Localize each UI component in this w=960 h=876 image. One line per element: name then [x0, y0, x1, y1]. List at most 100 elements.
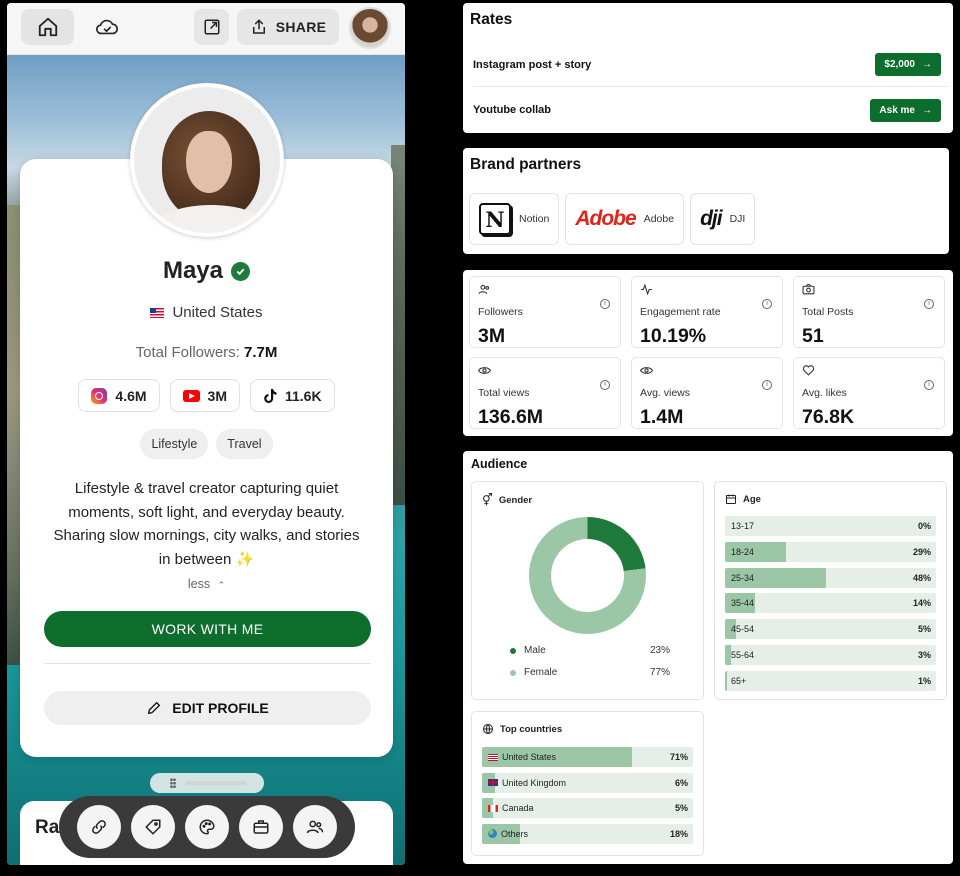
theme-button[interactable]	[185, 805, 229, 849]
country-bar-row: Canada 5%	[482, 798, 693, 819]
grip-icon	[170, 778, 176, 788]
instagram-pill[interactable]: 4.6M	[78, 379, 160, 412]
tag-icon	[145, 819, 161, 835]
profile-card: Maya United States Total Followers: 7.7M…	[20, 159, 393, 757]
country-bar-row: Others 18%	[482, 823, 693, 844]
camera-icon	[802, 284, 815, 295]
globe-icon	[483, 724, 493, 735]
cloud-check-icon	[96, 19, 118, 35]
stat-avg-likes: i Avg. likes 76.8K	[793, 357, 945, 429]
legend-dot	[510, 647, 516, 654]
notion-logo-icon: N	[479, 203, 511, 235]
edit-profile-label: EDIT PROFILE	[172, 700, 269, 716]
cloud-sync-button[interactable]	[87, 9, 127, 45]
palette-icon	[199, 819, 215, 835]
stat-avg-views: i Avg. views 1.4M	[631, 357, 783, 429]
tag-list: Lifestyle Travel	[20, 429, 393, 459]
share-icon	[252, 19, 265, 34]
info-icon[interactable]: i	[762, 299, 772, 309]
age-bar-fill	[725, 670, 728, 691]
section-title-peek: Ra	[35, 817, 60, 838]
info-icon[interactable]: i	[924, 299, 934, 309]
eye-icon	[478, 367, 491, 374]
links-button[interactable]	[77, 805, 121, 849]
edit-profile-button[interactable]: EDIT PROFILE	[44, 691, 371, 725]
gender-legend-female: Female 77%	[510, 667, 670, 678]
eye-icon	[640, 367, 653, 374]
info-icon[interactable]: i	[600, 299, 610, 309]
info-icon[interactable]: i	[924, 380, 934, 390]
brand-name: Adobe	[643, 213, 675, 225]
brand-name: DJI	[729, 213, 746, 225]
profile-name: Maya	[162, 257, 224, 284]
audience-panel: Audience ⚥ Gender Male 23% Female 77% Ag…	[463, 451, 953, 864]
followers-label: Total Followers:	[135, 344, 240, 361]
country-bar-value: 6%	[674, 777, 688, 788]
country-bar-label: United Kingdom	[488, 778, 566, 788]
age-bar-value: 48%	[912, 572, 931, 583]
rate-price-button[interactable]: $2,000 →	[875, 53, 941, 76]
link-icon	[92, 820, 106, 834]
chevron-up-icon: ⌃	[217, 580, 226, 590]
age-bar-label: 65+	[731, 675, 747, 686]
dji-logo-icon: dji	[700, 207, 722, 230]
age-bar-row: 25-34 48%	[725, 567, 936, 588]
info-icon[interactable]: i	[762, 380, 772, 390]
social-stats: 4.6M 3M 11.6K	[20, 379, 393, 412]
rate-label: Youtube collab	[473, 104, 552, 116]
age-bar-label: 35-44	[731, 598, 755, 609]
age-bar-row: 13-17 0%	[725, 516, 936, 536]
pencil-icon	[148, 701, 161, 715]
home-button[interactable]	[21, 9, 74, 45]
activity-icon	[641, 283, 652, 296]
tags-button[interactable]	[131, 805, 175, 849]
bottom-dock	[59, 796, 355, 858]
bio-text: Lifestyle & travel creator capturing qui…	[53, 480, 360, 568]
tag-travel[interactable]: Travel	[216, 429, 273, 459]
youtube-count: 3M	[207, 387, 227, 404]
brand-notion[interactable]: N Notion	[469, 193, 560, 245]
phone-preview: SHARE Maya United States Total Followers…	[7, 3, 405, 865]
calendar-icon	[726, 494, 736, 504]
portfolio-button[interactable]	[239, 805, 283, 849]
youtube-icon	[182, 389, 200, 402]
audience-button[interactable]	[293, 805, 337, 849]
drag-handle[interactable]	[150, 773, 264, 793]
youtube-pill[interactable]: 3M	[169, 379, 240, 412]
users-icon	[306, 820, 324, 834]
brand-adobe[interactable]: Adobe Adobe	[565, 193, 685, 245]
work-with-me-button[interactable]: WORK WITH ME	[44, 611, 371, 647]
age-bar-label: 18-24	[731, 546, 755, 557]
flag-icon	[488, 804, 498, 812]
external-link-icon	[204, 19, 219, 35]
tiktok-pill[interactable]: 11.6K	[249, 379, 335, 412]
country-bar-value: 18%	[669, 828, 688, 839]
heart-icon	[802, 365, 815, 376]
instagram-count: 4.6M	[115, 387, 147, 404]
flag-icon	[488, 779, 498, 787]
ask-me-button[interactable]: Ask me →	[870, 98, 941, 122]
users-icon	[478, 284, 490, 295]
age-bar-value: 14%	[912, 598, 931, 609]
share-label: SHARE	[275, 19, 327, 35]
gender-title: Gender	[498, 494, 533, 506]
countries-card: Top countries United States 71% United Kin…	[471, 711, 704, 856]
age-bar-value: 0%	[917, 521, 931, 531]
account-avatar[interactable]	[349, 7, 391, 49]
stat-total-views: i Total views 136.6M	[469, 357, 621, 429]
legend-dot	[510, 669, 516, 676]
age-bar-row: 55-64 3%	[725, 645, 936, 665]
home-icon	[38, 17, 57, 37]
age-bar-label: 45-54	[731, 624, 755, 635]
share-button[interactable]: SHARE	[237, 9, 339, 45]
tiktok-icon	[264, 388, 277, 403]
arrow-right-icon: →	[922, 104, 932, 116]
followers-value: 7.7M	[244, 344, 278, 361]
open-external-button[interactable]	[194, 9, 229, 45]
brand-dji[interactable]: dji DJI	[690, 193, 756, 245]
brand-list: N Notion Adobe Adobe dji DJI	[469, 193, 756, 245]
info-icon[interactable]: i	[600, 380, 610, 390]
tag-lifestyle[interactable]: Lifestyle	[140, 429, 209, 459]
less-toggle[interactable]: less ⌃	[20, 577, 393, 591]
less-label: less	[187, 577, 211, 591]
